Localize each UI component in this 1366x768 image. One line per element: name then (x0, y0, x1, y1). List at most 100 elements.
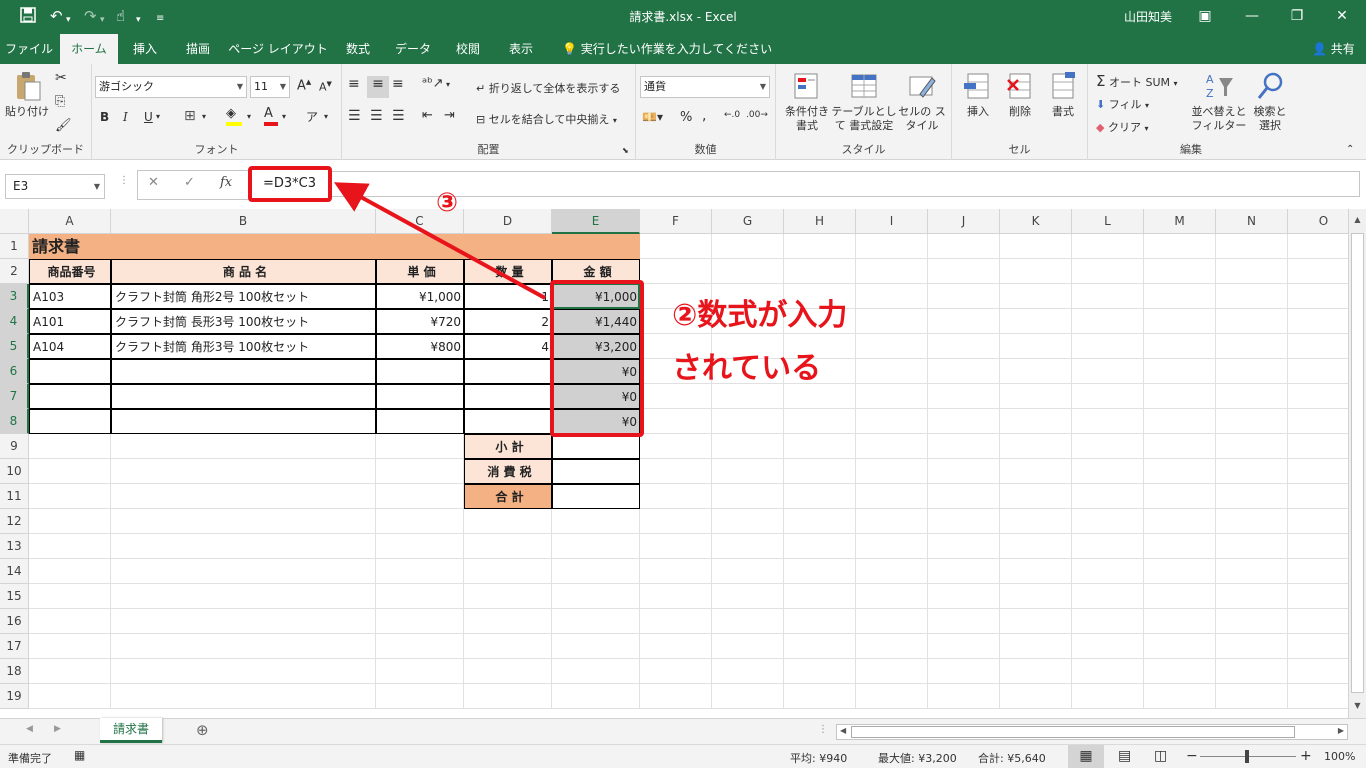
shrink-font-icon[interactable]: A▼ (319, 80, 332, 94)
row-header-6[interactable]: 6 (0, 359, 29, 384)
row-header-10[interactable]: 10 (0, 459, 29, 484)
row-header-5[interactable]: 5 (0, 334, 29, 359)
product-name-cell[interactable] (111, 359, 376, 384)
undo-icon[interactable]: ↶ (50, 7, 63, 25)
underline-button[interactable]: U (144, 110, 153, 124)
horizontal-scrollbar[interactable]: ◀ ▶ (836, 724, 1348, 740)
invoice-title[interactable]: 請求書 (29, 234, 640, 259)
copy-icon[interactable]: ⎘ (55, 94, 65, 109)
unit-price-cell[interactable]: ¥800 (376, 334, 464, 359)
minimize-icon[interactable]: — (1230, 2, 1274, 30)
formula-value-highlight[interactable]: =D3*C3 (248, 166, 332, 202)
font-size-combo[interactable]: 11 ▼ (250, 76, 290, 98)
phonetic-guide-icon[interactable]: ア (306, 108, 318, 125)
macro-record-icon[interactable]: ▦ (74, 748, 85, 762)
collapse-ribbon-icon[interactable]: ⌃ (1346, 144, 1354, 155)
font-color-icon[interactable]: A (264, 106, 280, 126)
chevron-down-icon[interactable]: ▾ (282, 112, 286, 121)
tax-value[interactable] (552, 459, 640, 484)
column-header-n[interactable]: N (1216, 209, 1288, 234)
orientation-icon[interactable]: ᵃᵇ↗ (422, 76, 444, 91)
number-format-combo[interactable]: 通貨 ▼ (640, 76, 770, 98)
column-header-i[interactable]: I (856, 209, 928, 234)
column-header-a[interactable]: A (29, 209, 111, 234)
row-header-2[interactable]: 2 (0, 259, 29, 284)
row-header-16[interactable]: 16 (0, 609, 29, 634)
sort-filter-button[interactable]: AZ 並べ替えと フィルター (1190, 70, 1248, 133)
ribbon-display-icon[interactable]: ▣ (1183, 2, 1227, 30)
chevron-down-icon[interactable]: ▾ (446, 80, 450, 89)
max-status[interactable]: 最大値: ¥3,200 (878, 750, 957, 766)
select-all-button[interactable] (0, 209, 29, 234)
tab-view[interactable]: 表示 (498, 34, 544, 64)
cut-icon[interactable]: ✂ (55, 70, 67, 86)
touch-mode-icon[interactable]: ☝ (116, 7, 125, 25)
decrease-indent-icon[interactable]: ⇤ (422, 108, 433, 123)
row-header-1[interactable]: 1 (0, 234, 29, 259)
chevron-down-icon[interactable]: ▾ (202, 112, 206, 121)
autosum-button[interactable]: Σ オート SUM ▾ (1096, 72, 1178, 90)
product-name-cell[interactable]: クラフト封筒 角形2号 100枚セット (111, 284, 376, 309)
format-as-table-button[interactable]: テーブルとして 書式設定 (830, 70, 898, 133)
worksheet-grid[interactable]: A B C D E F G H I J K L M N O 1 2 3 4 5 6 7 8 9 10 11 12 13 14 15 16 17… (0, 209, 1348, 718)
product-code-cell[interactable] (29, 384, 111, 409)
column-header-g[interactable]: G (712, 209, 784, 234)
increase-decimal-icon[interactable]: ←.0 (724, 110, 740, 120)
scroll-right-icon[interactable]: ▶ (1338, 726, 1344, 735)
find-select-button[interactable]: 検索と 選択 (1248, 70, 1292, 133)
row-header-3[interactable]: 3 (0, 284, 29, 309)
align-center-icon[interactable]: ☰ (370, 108, 383, 124)
restore-icon[interactable]: ❐ (1275, 2, 1319, 30)
sum-status[interactable]: 合計: ¥5,640 (978, 750, 1046, 766)
unit-price-cell[interactable] (376, 384, 464, 409)
row-header-15[interactable]: 15 (0, 584, 29, 609)
tab-draw[interactable]: 描画 (174, 34, 222, 64)
tax-label[interactable]: 消 費 税 (464, 459, 552, 484)
unit-price-cell[interactable]: ¥1,000 (376, 284, 464, 309)
enter-icon[interactable]: ✓ (184, 175, 195, 190)
italic-button[interactable]: I (123, 110, 128, 124)
average-status[interactable]: 平均: ¥940 (790, 750, 847, 766)
touch-dropdown-icon[interactable]: ▾ (136, 11, 141, 29)
align-top-icon[interactable]: ≡ (348, 76, 360, 92)
tab-review[interactable]: 校閲 (444, 34, 492, 64)
name-box[interactable]: E3 ▼ (5, 174, 105, 199)
column-header-e[interactable]: E (552, 209, 640, 234)
percent-icon[interactable]: % (680, 110, 692, 125)
tab-data[interactable]: データ (388, 34, 438, 64)
page-break-view-icon[interactable]: ◫ (1154, 748, 1167, 764)
tab-insert[interactable]: 挿入 (122, 34, 168, 64)
sheet-tab-invoice[interactable]: 請求書 (100, 718, 162, 743)
redo-dropdown-icon[interactable]: ▾ (100, 11, 105, 29)
hscroll-thumb[interactable] (851, 726, 1295, 738)
chevron-down-icon[interactable]: ▾ (247, 112, 251, 121)
product-code-cell[interactable]: A103 (29, 284, 111, 309)
tab-file[interactable]: ファイル (0, 34, 58, 64)
scroll-left-icon[interactable]: ◀ (26, 724, 33, 734)
product-code-cell[interactable] (29, 359, 111, 384)
scroll-down-icon[interactable]: ▼ (1351, 697, 1364, 715)
align-middle-icon[interactable]: ≡ (367, 76, 389, 98)
table-header-cell[interactable]: 商 品 名 (111, 259, 376, 284)
quantity-cell[interactable]: 2 (464, 309, 552, 334)
product-name-cell[interactable]: クラフト封筒 角形3号 100枚セット (111, 334, 376, 359)
grow-font-icon[interactable]: A▲ (297, 78, 311, 93)
quantity-cell[interactable]: 4 (464, 334, 552, 359)
subtotal-label[interactable]: 小 計 (464, 434, 552, 459)
add-sheet-icon[interactable]: ⊕ (196, 721, 209, 739)
normal-view-icon[interactable]: ▦ (1068, 745, 1104, 768)
insert-function-icon[interactable]: fx (220, 175, 232, 190)
tab-formulas[interactable]: 数式 (334, 34, 382, 64)
row-header-17[interactable]: 17 (0, 634, 29, 659)
format-cells-button[interactable]: 書式 (1042, 70, 1084, 119)
chevron-down-icon[interactable]: ▾ (324, 112, 328, 121)
column-header-j[interactable]: J (928, 209, 1000, 234)
decrease-decimal-icon[interactable]: .00→ (746, 110, 768, 120)
scroll-thumb[interactable] (1351, 233, 1364, 693)
row-header-19[interactable]: 19 (0, 684, 29, 709)
row-header-4[interactable]: 4 (0, 309, 29, 334)
unit-price-cell[interactable]: ¥720 (376, 309, 464, 334)
quantity-cell[interactable] (464, 384, 552, 409)
vertical-scrollbar[interactable]: ▲ ▼ (1348, 209, 1366, 718)
column-header-l[interactable]: L (1072, 209, 1144, 234)
